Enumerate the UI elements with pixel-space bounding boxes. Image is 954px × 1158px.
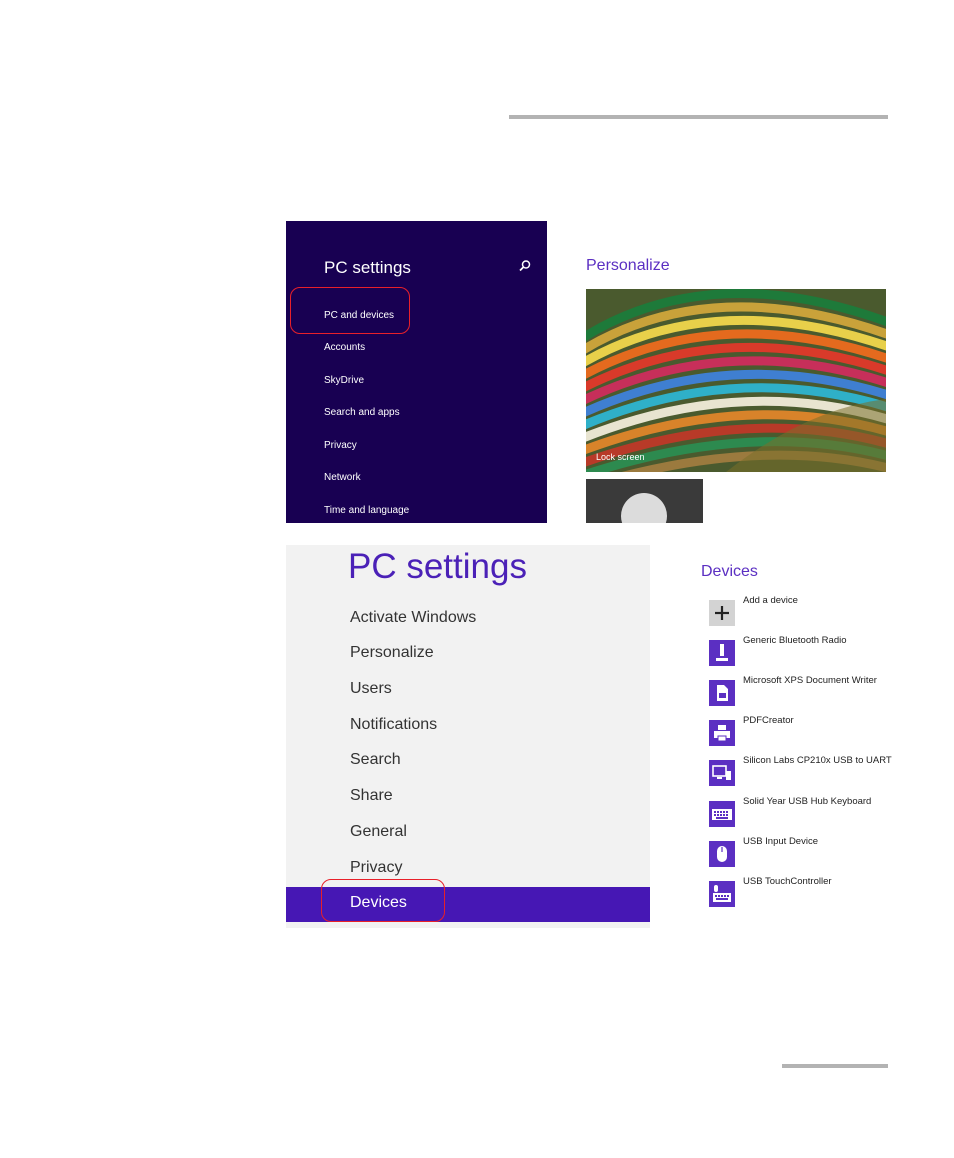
plus-icon [709, 600, 735, 626]
keyboard-icon [709, 801, 735, 827]
nav-item-accounts[interactable]: Accounts [324, 342, 365, 353]
pc-settings-sidebar-dark: PC settings PC and devices Accounts SkyD… [286, 221, 547, 523]
device-xps-writer[interactable]: Microsoft XPS Document Writer [709, 675, 909, 708]
printer-icon [709, 720, 735, 746]
nav-item-search-and-apps[interactable]: Search and apps [324, 407, 400, 418]
nav-item-activate-windows[interactable]: Activate Windows [350, 609, 476, 627]
account-picture-tile[interactable] [586, 479, 703, 523]
device-silicon-labs[interactable]: Silicon Labs CP210x USB to UART [709, 755, 909, 788]
device-label: USB Input Device [743, 836, 818, 847]
device-label: Microsoft XPS Document Writer [743, 675, 877, 686]
lock-screen-image [586, 289, 886, 472]
highlight-ring-devices [321, 879, 445, 922]
touch-controller-icon [709, 881, 735, 907]
footer-rule [782, 1064, 888, 1068]
nav-item-general[interactable]: General [350, 823, 407, 841]
device-label: Add a device [743, 595, 798, 606]
device-keyboard[interactable]: Solid Year USB Hub Keyboard [709, 796, 909, 829]
lock-screen-label: Lock screen [596, 452, 645, 462]
nav-item-time-and-language[interactable]: Time and language [324, 505, 409, 516]
pc-settings-title: PC settings [324, 258, 411, 277]
nav-item-users[interactable]: Users [350, 680, 392, 698]
device-label: Solid Year USB Hub Keyboard [743, 796, 872, 807]
avatar [621, 493, 667, 523]
nav-item-privacy[interactable]: Privacy [350, 859, 402, 877]
bluetooth-radio-icon [709, 640, 735, 666]
usb-uart-icon [709, 760, 735, 786]
highlight-ring-pc-and-devices [290, 287, 410, 334]
nav-item-search[interactable]: Search [350, 751, 401, 769]
pc-settings-sidebar-light: PC settings Activate Windows Personalize… [286, 545, 650, 928]
device-label: PDFCreator [743, 715, 794, 726]
document-writer-icon [709, 680, 735, 706]
nav-item-share[interactable]: Share [350, 787, 393, 805]
device-pdfcreator[interactable]: PDFCreator [709, 715, 909, 748]
device-bluetooth-radio[interactable]: Generic Bluetooth Radio [709, 635, 909, 668]
device-label: Silicon Labs CP210x USB to UART [743, 755, 892, 766]
header-rule [509, 115, 888, 119]
mouse-icon [709, 841, 735, 867]
device-add[interactable]: Add a device [709, 595, 909, 628]
device-touch-controller[interactable]: USB TouchController [709, 876, 909, 909]
device-usb-input[interactable]: USB Input Device [709, 836, 909, 869]
device-label: USB TouchController [743, 876, 832, 887]
devices-heading: Devices [701, 563, 758, 580]
nav-item-notifications[interactable]: Notifications [350, 716, 437, 734]
nav-item-skydrive[interactable]: SkyDrive [324, 375, 364, 386]
nav-item-privacy[interactable]: Privacy [324, 440, 357, 451]
personalize-heading: Personalize [586, 257, 670, 274]
nav-item-network[interactable]: Network [324, 472, 361, 483]
pc-settings-title-large: PC settings [348, 547, 527, 586]
lock-screen-tile[interactable]: Lock screen [586, 289, 886, 472]
nav-item-personalize[interactable]: Personalize [350, 644, 434, 662]
search-icon[interactable] [518, 259, 532, 273]
device-label: Generic Bluetooth Radio [743, 635, 847, 646]
